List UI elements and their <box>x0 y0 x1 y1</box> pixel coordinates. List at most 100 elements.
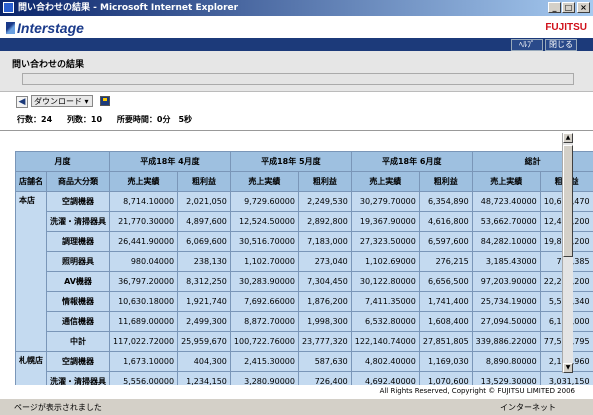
download-select[interactable]: ダウンロード ▾ <box>31 95 93 107</box>
value-cell: 97,203.90000 <box>472 272 540 292</box>
store-name-cell: 本店 <box>16 192 47 352</box>
value-cell: 4,616,800 <box>419 212 472 232</box>
table-row: 洗濯・清掃器具21,770.300004,897,60012,524.50000… <box>16 212 593 232</box>
results-table: 月度 平成18年 4月度 平成18年 5月度 平成18年 6月度 総計 店舗名 … <box>15 151 593 385</box>
column-header: 商品大分類 <box>47 172 110 192</box>
value-cell: 6,532.80000 <box>351 312 419 332</box>
category-cell: 通信機器 <box>47 312 110 332</box>
results-area: 月度 平成18年 4月度 平成18年 5月度 平成18年 6月度 総計 店舗名 … <box>0 130 593 385</box>
value-cell: 27,323.50000 <box>351 232 419 252</box>
value-cell: 1,608,400 <box>419 312 472 332</box>
value-cell: 117,022.72000 <box>110 332 178 352</box>
header-june: 平成18年 6月度 <box>351 152 472 172</box>
header-total: 総計 <box>472 152 593 172</box>
column-count: 列数：10 <box>67 115 102 124</box>
value-cell: 6,656,500 <box>419 272 472 292</box>
row-count: 行数：24 <box>17 115 52 124</box>
back-icon[interactable]: ◀ <box>16 96 28 108</box>
fujitsu-logo: FUJITSU <box>545 22 587 33</box>
value-cell: 2,415.30000 <box>230 352 298 372</box>
interstage-logo: Interstage <box>6 20 84 36</box>
value-cell: 30,516.70000 <box>230 232 298 252</box>
column-header: 売上実績 <box>110 172 178 192</box>
app-header: Interstage FUJITSU <box>0 16 593 38</box>
toolbar: ◀ ダウンロード ▾ <box>0 92 593 112</box>
query-stats: 行数：24 列数：10 所要時間：0分 5秒 <box>17 114 204 125</box>
value-cell: 21,770.30000 <box>110 212 178 232</box>
value-cell: 4,897,600 <box>178 212 231 232</box>
table-row: 本店空調機器8,714.100002,021,0509,729.600002,2… <box>16 192 593 212</box>
vertical-scrollbar[interactable]: ▲ ▼ <box>562 133 573 373</box>
copyright: All Rights Reserved, Copyright © FUJITSU… <box>380 387 575 395</box>
security-zone: インターネット <box>500 402 556 413</box>
browser-icon <box>3 2 14 13</box>
value-cell: 1,673.10000 <box>110 352 178 372</box>
table-row: 調理機器26,441.900006,069,60030,516.700007,1… <box>16 232 593 252</box>
scroll-down-icon[interactable]: ▼ <box>563 363 573 373</box>
value-cell: 25,959,670 <box>178 332 231 352</box>
table-row: 情報機器10,630.180001,921,7407,692.660001,87… <box>16 292 593 312</box>
column-header: 店舗名 <box>16 172 47 192</box>
status-message: ページが表示されました <box>14 402 102 413</box>
value-cell: 404,300 <box>178 352 231 372</box>
value-cell: 6,597,600 <box>419 232 472 252</box>
category-cell: 空調機器 <box>47 352 110 372</box>
page-title-area: 問い合わせの結果 <box>0 51 593 92</box>
value-cell: 7,304,450 <box>298 272 351 292</box>
value-cell: 8,872.70000 <box>230 312 298 332</box>
value-cell: 6,069,600 <box>178 232 231 252</box>
header-april: 平成18年 4月度 <box>110 152 231 172</box>
value-cell: 3,031,150 <box>540 372 593 386</box>
column-header: 粗利益 <box>178 172 231 192</box>
value-cell: 980.04000 <box>110 252 178 272</box>
scroll-up-icon[interactable]: ▲ <box>563 133 573 143</box>
table-row: 洗濯・清掃器具5,556.000001,234,1503,280.9000072… <box>16 372 593 386</box>
close-button[interactable]: 閉じる <box>545 39 577 51</box>
value-cell: 1,102.70000 <box>230 252 298 272</box>
chevron-down-icon: ▾ <box>85 97 89 106</box>
window-title: 問い合わせの結果 - Microsoft Internet Explorer <box>18 0 238 16</box>
value-cell: 7,183,000 <box>298 232 351 252</box>
value-cell: 100,722.76000 <box>230 332 298 352</box>
category-cell: 情報機器 <box>47 292 110 312</box>
maximize-icon[interactable]: □ <box>562 2 575 13</box>
save-icon[interactable] <box>100 96 110 106</box>
value-cell: 1,998,300 <box>298 312 351 332</box>
value-cell: 23,777,320 <box>298 332 351 352</box>
value-cell: 2,249,530 <box>298 192 351 212</box>
value-cell: 27,094.50000 <box>472 312 540 332</box>
value-cell: 5,556.00000 <box>110 372 178 386</box>
table-row: AV機器36,797.200008,312,25030,283.900007,3… <box>16 272 593 292</box>
value-cell: 122,140.74000 <box>351 332 419 352</box>
window-titlebar: 問い合わせの結果 - Microsoft Internet Explorer _… <box>0 0 593 16</box>
value-cell: 12,524.50000 <box>230 212 298 232</box>
value-cell: 26,441.90000 <box>110 232 178 252</box>
value-cell: 276,215 <box>419 252 472 272</box>
column-header: 粗利益 <box>298 172 351 192</box>
value-cell: 238,130 <box>178 252 231 272</box>
title-bar-field <box>22 73 574 85</box>
value-cell: 8,890.80000 <box>472 352 540 372</box>
value-cell: 2,892,800 <box>298 212 351 232</box>
value-cell: 1,741,400 <box>419 292 472 312</box>
table-row: 通信機器11,689.000002,499,3008,872.700001,99… <box>16 312 593 332</box>
table-row: 中計117,022.7200025,959,670100,722.7600023… <box>16 332 593 352</box>
value-cell: 84,282.10000 <box>472 232 540 252</box>
value-cell: 3,185.43000 <box>472 252 540 272</box>
header-row: 月度 平成18年 4月度 平成18年 5月度 平成18年 6月度 総計 <box>16 152 593 172</box>
store-name-cell: 札幌店 <box>16 352 47 386</box>
value-cell: 25,734.19000 <box>472 292 540 312</box>
close-icon[interactable]: × <box>577 2 590 13</box>
header-may: 平成18年 5月度 <box>230 152 351 172</box>
value-cell: 1,876,200 <box>298 292 351 312</box>
column-header: 売上実績 <box>472 172 540 192</box>
category-cell: 洗濯・清掃器具 <box>47 372 110 386</box>
value-cell: 1,921,740 <box>178 292 231 312</box>
value-cell: 11,689.00000 <box>110 312 178 332</box>
value-cell: 10,630.18000 <box>110 292 178 312</box>
help-button[interactable]: ﾍﾙﾌﾟ <box>511 39 543 51</box>
value-cell: 1,102.69000 <box>351 252 419 272</box>
minimize-icon[interactable]: _ <box>548 2 561 13</box>
column-header: 粗利益 <box>419 172 472 192</box>
scroll-thumb[interactable] <box>563 145 573 257</box>
